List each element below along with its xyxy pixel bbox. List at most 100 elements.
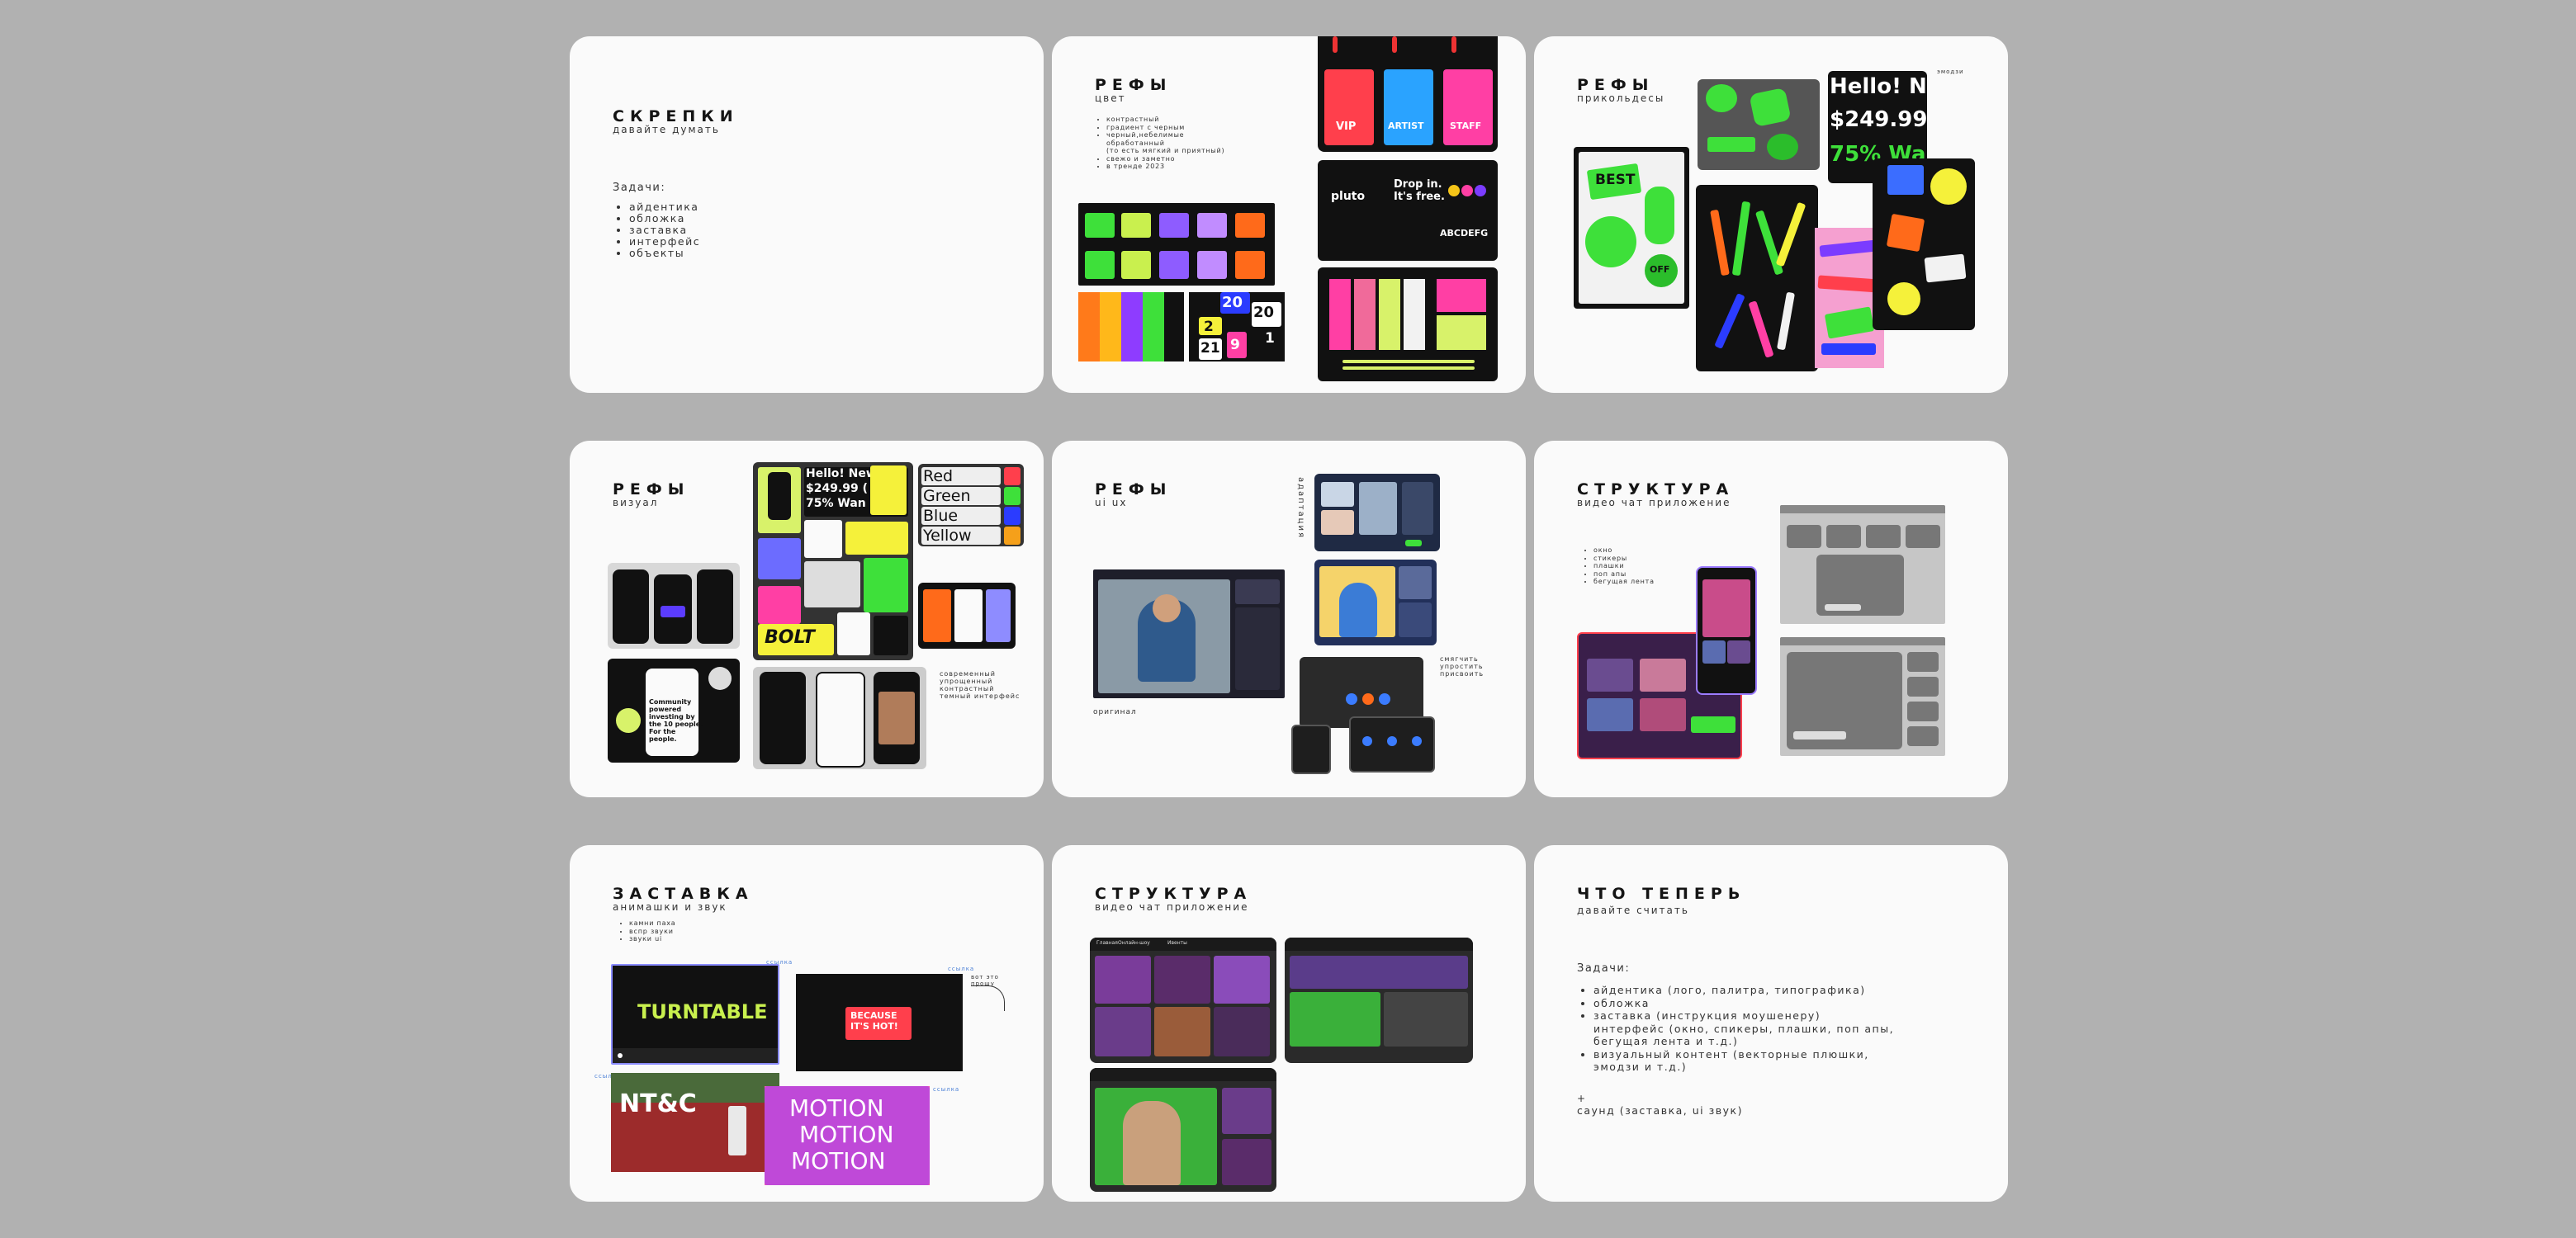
list-item: поп апы xyxy=(1593,570,1655,579)
tab-shows[interactable]: Онлайн-шоу xyxy=(1118,940,1150,946)
bullets-list: окно стикеры плашки поп апы бегущая лент… xyxy=(1584,546,1655,586)
slide-title: СКРЕПКИ xyxy=(613,107,739,125)
list-item: интерфейс xyxy=(629,236,700,248)
best-board: BEST OFF xyxy=(1574,147,1689,309)
list-item: (то есть мягкий и приятный) xyxy=(1106,147,1225,154)
original-caption: оригинал xyxy=(1093,708,1137,716)
app-screen-bottom xyxy=(1090,1068,1276,1192)
slide-subtitle: анимашки и звук xyxy=(613,901,727,913)
because-video: BECAUSE IT'S HOT! xyxy=(796,974,963,1071)
tab-events[interactable]: Ивенты xyxy=(1167,940,1187,946)
slide-title: РЕФЫ xyxy=(613,480,690,499)
numbers-image: 20 2 20 21 9 1 xyxy=(1189,292,1285,361)
tasks-list: айдентика обложка заставка интерфейс объ… xyxy=(613,201,700,259)
motion-video: MOTION MOTION MOTION xyxy=(765,1086,930,1185)
slide-subtitle: прикольдесы xyxy=(1577,92,1665,104)
slide-title: ЧТО ТЕПЕРЬ xyxy=(1577,885,1746,903)
percent-text: 75% Wan xyxy=(806,497,866,510)
motion-text: MOTION xyxy=(789,1094,884,1122)
slide-title: ЗАСТАВКА xyxy=(613,885,754,903)
tasks-heading: Задачи: xyxy=(613,182,666,194)
motion-text: MOTION xyxy=(791,1147,886,1174)
list-item: в тренде 2023 xyxy=(1106,163,1224,171)
price-text: $249.99 ( xyxy=(806,482,869,495)
tab-main[interactable]: Главная xyxy=(1096,940,1118,946)
side-note: смягчить упростить присвоить xyxy=(1440,655,1485,678)
hello-text: Hello! New xyxy=(1830,74,1927,99)
word-yellow: Yellow xyxy=(923,527,972,545)
turntable-video: TURNTABLE xyxy=(611,964,779,1065)
price-text: $249.99 ( xyxy=(1830,107,1927,132)
number: 9 xyxy=(1230,337,1240,353)
list-item: камни паха xyxy=(629,919,676,928)
slide-structure-1[interactable]: СТРУКТУРА видео чат приложение окно стик… xyxy=(1534,441,2008,797)
original-screen xyxy=(1093,569,1285,698)
alphabet: ABCDEFG xyxy=(1440,228,1489,239)
list-item: черный,небелимые xyxy=(1106,131,1224,139)
pluto-tagline: Drop in. It's free. xyxy=(1394,178,1445,203)
app-screen-main: Главная Онлайн-шоу Ивенты xyxy=(1090,938,1276,1063)
tasks-heading: Задачи: xyxy=(1577,962,1631,975)
list-item: айдентика xyxy=(629,201,700,213)
slide-subtitle: давайте думать xyxy=(613,124,720,135)
slide-title: РЕФЫ xyxy=(1095,76,1172,94)
slide-title: СТРУКТУРА xyxy=(1577,480,1735,499)
list-item: звуки ui xyxy=(629,935,676,943)
slide-subtitle: давайте считать xyxy=(1577,905,1689,916)
ntc-text: NT&C xyxy=(619,1089,697,1118)
turntable-text: TURNTABLE xyxy=(637,1000,768,1023)
list-item: объекты xyxy=(629,248,700,259)
slide-refs-uiux[interactable]: РЕФЫ ui ux адаптация оригинал смягчить у… xyxy=(1052,441,1526,797)
list-item: обработанный xyxy=(1106,139,1165,147)
list-item: стикеры xyxy=(1593,555,1655,563)
badges-image: VIP ARTIST STAFF xyxy=(1318,36,1498,152)
columns-image xyxy=(1318,267,1498,381)
phones-bottom-image xyxy=(753,667,926,769)
stickers-dark xyxy=(1696,185,1818,371)
list-item: визуальный контент (векторные плюшки, эм… xyxy=(1593,1048,1894,1074)
list-item: свежо и заметно xyxy=(1106,155,1224,163)
colorwords-image: Red Green Blue Yellow xyxy=(918,464,1024,546)
wireframe-bottom xyxy=(1780,637,1945,756)
stickers-grey xyxy=(1698,79,1820,170)
list-item: заставка xyxy=(629,224,700,236)
corner-label: эмодзи xyxy=(1937,69,1964,75)
link-tag[interactable]: ссылка xyxy=(933,1086,959,1093)
slide-refs-cool[interactable]: РЕФЫ прикольдесы эмодзи Hello! New $249.… xyxy=(1534,36,2008,393)
slide-subtitle: видео чат приложение xyxy=(1577,497,1731,508)
because-text: BECAUSE IT'S HOT! xyxy=(850,1010,898,1032)
phone-screen xyxy=(1696,566,1757,695)
slide-refs-visual[interactable]: РЕФЫ визуал современный упрощенный контр… xyxy=(570,441,1044,797)
word-red: Red xyxy=(923,467,954,485)
ntc-video: NT&C xyxy=(611,1073,779,1172)
number: 1 xyxy=(1265,330,1275,347)
wireframe-top xyxy=(1780,505,1945,624)
side-note: современный упрощенный контрастный темны… xyxy=(940,670,1020,700)
slide-skrepki[interactable]: СКРЕПКИ давайте думать Задачи: айдентика… xyxy=(570,36,1044,393)
list-item: обложка xyxy=(1593,997,1894,1010)
list-item: бегущая лента xyxy=(1593,578,1655,586)
list-item: заставка (инструкция моушенеру) интерфей… xyxy=(1593,1009,1894,1048)
slide-structure-2[interactable]: СТРУКТУРА видео чат приложение Главная О… xyxy=(1052,845,1526,1202)
sound-line: саунд (заставка, ui звук) xyxy=(1577,1104,1743,1117)
bullets-list: контрастный градиент с черным черный,неб… xyxy=(1096,116,1224,171)
number: 2 xyxy=(1204,319,1214,335)
slide-refs-color[interactable]: РЕФЫ цвет контрастный градиент с черным … xyxy=(1052,36,1526,393)
badge-staff: STAFF xyxy=(1450,120,1482,131)
off-text: OFF xyxy=(1650,264,1670,275)
bullets-list: камни паха вспр звуки звуки ui xyxy=(619,919,676,943)
slide-what-now[interactable]: ЧТО ТЕПЕРЬ давайте считать Задачи: айден… xyxy=(1534,845,2008,1202)
badge-vip: VIP xyxy=(1336,120,1357,133)
motion-text: MOTION xyxy=(799,1121,894,1148)
link-tag[interactable]: ссылка xyxy=(948,966,974,972)
slide-zastavka[interactable]: ЗАСТАВКА анимашки и звук камни паха вспр… xyxy=(570,845,1044,1202)
emoji-board xyxy=(1873,158,1975,330)
number: 21 xyxy=(1200,340,1220,357)
list-item: вспр звуки xyxy=(629,928,676,936)
slide-subtitle: цвет xyxy=(1095,92,1126,104)
slide-subtitle: ui ux xyxy=(1095,497,1128,508)
tiles-image xyxy=(1078,203,1275,286)
community-text: Community powered investing by the 10 pe… xyxy=(649,698,703,743)
community-image: Community powered investing by the 10 pe… xyxy=(608,659,740,763)
list-item: айдентика (лого, палитра, типографика) xyxy=(1593,984,1894,997)
